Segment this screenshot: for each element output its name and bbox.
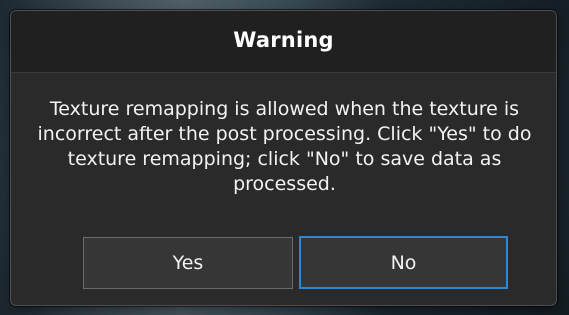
dialog-title: Warning bbox=[233, 28, 334, 52]
dialog-header: Warning bbox=[11, 11, 556, 73]
warning-dialog: Warning Texture remapping is allowed whe… bbox=[10, 10, 557, 306]
dialog-message: Texture remapping is allowed when the te… bbox=[37, 98, 532, 195]
no-button[interactable]: No bbox=[299, 236, 508, 289]
yes-button[interactable]: Yes bbox=[83, 237, 293, 289]
